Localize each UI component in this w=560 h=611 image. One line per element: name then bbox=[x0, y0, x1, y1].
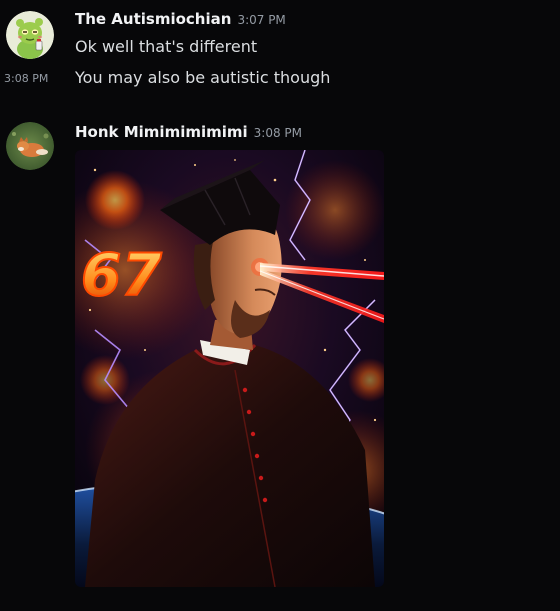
timestamp: 3:08 PM bbox=[253, 126, 303, 140]
message-group: Honk Mimimimimimi 3:08 PM 67 bbox=[0, 0, 560, 611]
author-name[interactable]: Honk Mimimimimimi bbox=[75, 123, 248, 141]
fox-photo-icon bbox=[6, 122, 54, 170]
chat-log: The Autismiochian 3:07 PM Ok well that's … bbox=[0, 0, 560, 611]
avatar[interactable] bbox=[6, 122, 54, 170]
overlay-number: 67 bbox=[81, 241, 162, 309]
ai-art-image: 67 bbox=[75, 150, 384, 587]
author-line: Honk Mimimimimimi 3:08 PM bbox=[75, 122, 302, 141]
image-attachment[interactable]: 67 bbox=[75, 150, 384, 587]
